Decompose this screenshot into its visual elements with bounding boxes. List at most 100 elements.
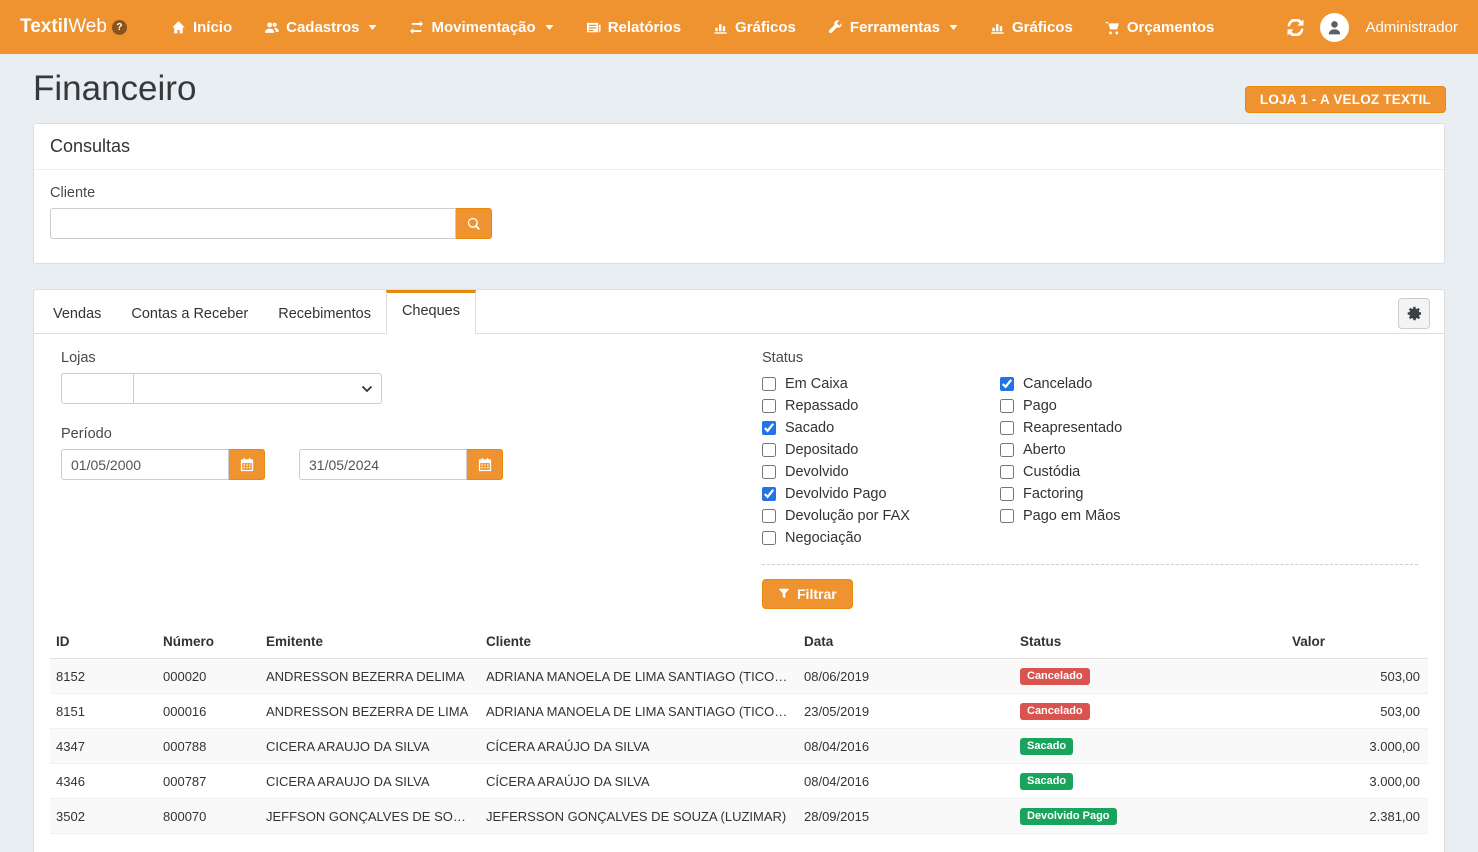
status-checkbox-pago-em-maos[interactable] — [1000, 509, 1014, 523]
status-option-factoring[interactable]: Factoring — [1000, 483, 1238, 505]
loja-select-wrap — [133, 373, 382, 404]
filters-right-column: Status Em Caixa Repassado Sacado Deposit… — [762, 350, 1428, 609]
refresh-icon[interactable] — [1287, 19, 1304, 36]
status-badge: Cancelado — [1020, 703, 1090, 720]
status-checkbox-cancelado[interactable] — [1000, 377, 1014, 391]
cell-data: 08/04/2016 — [798, 764, 1014, 799]
status-checkbox-pago[interactable] — [1000, 399, 1014, 413]
status-option-devolucao-por-fax[interactable]: Devolução por FAX — [762, 505, 1000, 527]
status-option-label: Devolvido Pago — [785, 486, 887, 502]
cell-id: 3502 — [50, 799, 157, 834]
users-icon — [264, 20, 279, 35]
nav-menu: Início Cadastros Movimentação Relatórios… — [155, 0, 1230, 54]
status-checkbox-devolvido[interactable] — [762, 465, 776, 479]
cell-status: Cancelado — [1014, 659, 1286, 694]
nav-item-graficos-2[interactable]: Gráficos — [974, 0, 1089, 54]
status-option-pago-em-maos[interactable]: Pago em Mãos — [1000, 505, 1238, 527]
cell-status: Sacado — [1014, 764, 1286, 799]
tab-cheques[interactable]: Cheques — [386, 290, 476, 334]
nav-item-relatorios[interactable]: Relatórios — [570, 0, 697, 54]
status-checkbox-factoring[interactable] — [1000, 487, 1014, 501]
status-checkbox-aberto[interactable] — [1000, 443, 1014, 457]
nav-item-label: Cadastros — [286, 19, 359, 36]
cliente-input[interactable] — [50, 208, 456, 239]
nav-item-label: Movimentação — [431, 19, 535, 36]
loja-select[interactable] — [133, 373, 382, 404]
top-navbar: TextilWeb ? Início Cadastros Movimentaçã… — [0, 0, 1478, 54]
date-from-group — [61, 449, 265, 480]
cell-data: 23/05/2019 — [798, 694, 1014, 729]
status-option-custodia[interactable]: Custódia — [1000, 461, 1238, 483]
status-option-pago[interactable]: Pago — [1000, 395, 1238, 417]
periodo-label: Período — [61, 426, 762, 442]
status-checkbox-sacado[interactable] — [762, 421, 776, 435]
nav-item-orcamentos[interactable]: Orçamentos — [1089, 0, 1231, 54]
column-header-id: ID — [50, 626, 157, 659]
status-option-label: Repassado — [785, 398, 858, 414]
status-checkbox-reapresentado[interactable] — [1000, 421, 1014, 435]
user-avatar-icon[interactable] — [1320, 13, 1349, 42]
status-checkbox-devolucao-por-fax[interactable] — [762, 509, 776, 523]
status-option-reapresentado[interactable]: Reapresentado — [1000, 417, 1238, 439]
tab-contas-a-receber[interactable]: Contas a Receber — [116, 290, 263, 334]
status-option-label: Devolução por FAX — [785, 508, 910, 524]
brand-name-light: Web — [68, 16, 107, 38]
status-option-depositado[interactable]: Depositado — [762, 439, 1000, 461]
status-option-negociacao[interactable]: Negociação — [762, 527, 1000, 549]
nav-item-label: Ferramentas — [850, 19, 940, 36]
status-option-aberto[interactable]: Aberto — [1000, 439, 1238, 461]
filtrar-button[interactable]: Filtrar — [762, 579, 853, 609]
status-checkbox-negociacao[interactable] — [762, 531, 776, 545]
status-option-cancelado[interactable]: Cancelado — [1000, 373, 1238, 395]
tab-recebimentos[interactable]: Recebimentos — [263, 290, 386, 334]
filter-icon — [778, 588, 790, 600]
dashed-divider — [762, 564, 1418, 565]
cell-numero: 000787 — [157, 764, 260, 799]
nav-item-graficos-1[interactable]: Gráficos — [697, 0, 812, 54]
date-to-input[interactable] — [299, 449, 467, 480]
status-option-devolvido[interactable]: Devolvido — [762, 461, 1000, 483]
settings-button[interactable] — [1398, 298, 1430, 329]
status-column-1: Em Caixa Repassado Sacado Depositado Dev… — [762, 373, 1000, 549]
exchange-icon — [409, 20, 424, 35]
status-checkbox-repassado[interactable] — [762, 399, 776, 413]
status-checkbox-custodia[interactable] — [1000, 465, 1014, 479]
date-to-calendar-button[interactable] — [467, 449, 503, 480]
nav-item-label: Orçamentos — [1127, 19, 1215, 36]
status-checkbox-depositado[interactable] — [762, 443, 776, 457]
status-option-label: Negociação — [785, 530, 862, 546]
tab-vendas[interactable]: Vendas — [38, 290, 116, 334]
nav-item-movimentacao[interactable]: Movimentação — [393, 0, 569, 54]
status-option-devolvido-pago[interactable]: Devolvido Pago — [762, 483, 1000, 505]
status-checkbox-devolvido-pago[interactable] — [762, 487, 776, 501]
date-from-input[interactable] — [61, 449, 229, 480]
store-selector-button[interactable]: LOJA 1 - A VELOZ TEXTIL — [1245, 86, 1446, 113]
nav-item-ferramentas[interactable]: Ferramentas — [812, 0, 974, 54]
table-row: 8152 000020 ANDRESSON BEZERRA DELIMA ADR… — [50, 659, 1428, 694]
nav-item-label: Início — [193, 19, 232, 36]
cell-emitente: JEFFSON GONÇALVES DE SOUZA — [260, 799, 480, 834]
loja-code-input[interactable] — [61, 373, 134, 404]
status-checkbox-em-caixa[interactable] — [762, 377, 776, 391]
nav-item-inicio[interactable]: Início — [155, 0, 248, 54]
status-option-sacado[interactable]: Sacado — [762, 417, 1000, 439]
cliente-search-button[interactable] — [456, 208, 492, 239]
status-option-em-caixa[interactable]: Em Caixa — [762, 373, 1000, 395]
tab-content-cheques: Lojas Período — [34, 334, 1444, 852]
page-header: Financeiro LOJA 1 - A VELOZ TEXTIL — [0, 54, 1478, 123]
brand-logo[interactable]: TextilWeb ? — [20, 16, 127, 38]
date-from-calendar-button[interactable] — [229, 449, 265, 480]
cell-valor: 503,00 — [1286, 659, 1428, 694]
status-option-label: Pago em Mãos — [1023, 508, 1121, 524]
cell-numero: 000788 — [157, 729, 260, 764]
question-circle-icon[interactable]: ? — [112, 20, 127, 35]
status-option-label: Reapresentado — [1023, 420, 1122, 436]
cell-cliente: JEFERSSON GONÇALVES DE SOUZA (LUZIMAR) — [480, 799, 798, 834]
status-option-repassado[interactable]: Repassado — [762, 395, 1000, 417]
nav-item-cadastros[interactable]: Cadastros — [248, 0, 393, 54]
cell-valor: 2.381,00 — [1286, 799, 1428, 834]
user-menu[interactable]: Administrador — [1365, 19, 1458, 36]
cell-cliente: CÍCERA ARAÚJO DA SILVA — [480, 764, 798, 799]
cell-valor: 3.000,00 — [1286, 729, 1428, 764]
cell-valor: 503,00 — [1286, 694, 1428, 729]
